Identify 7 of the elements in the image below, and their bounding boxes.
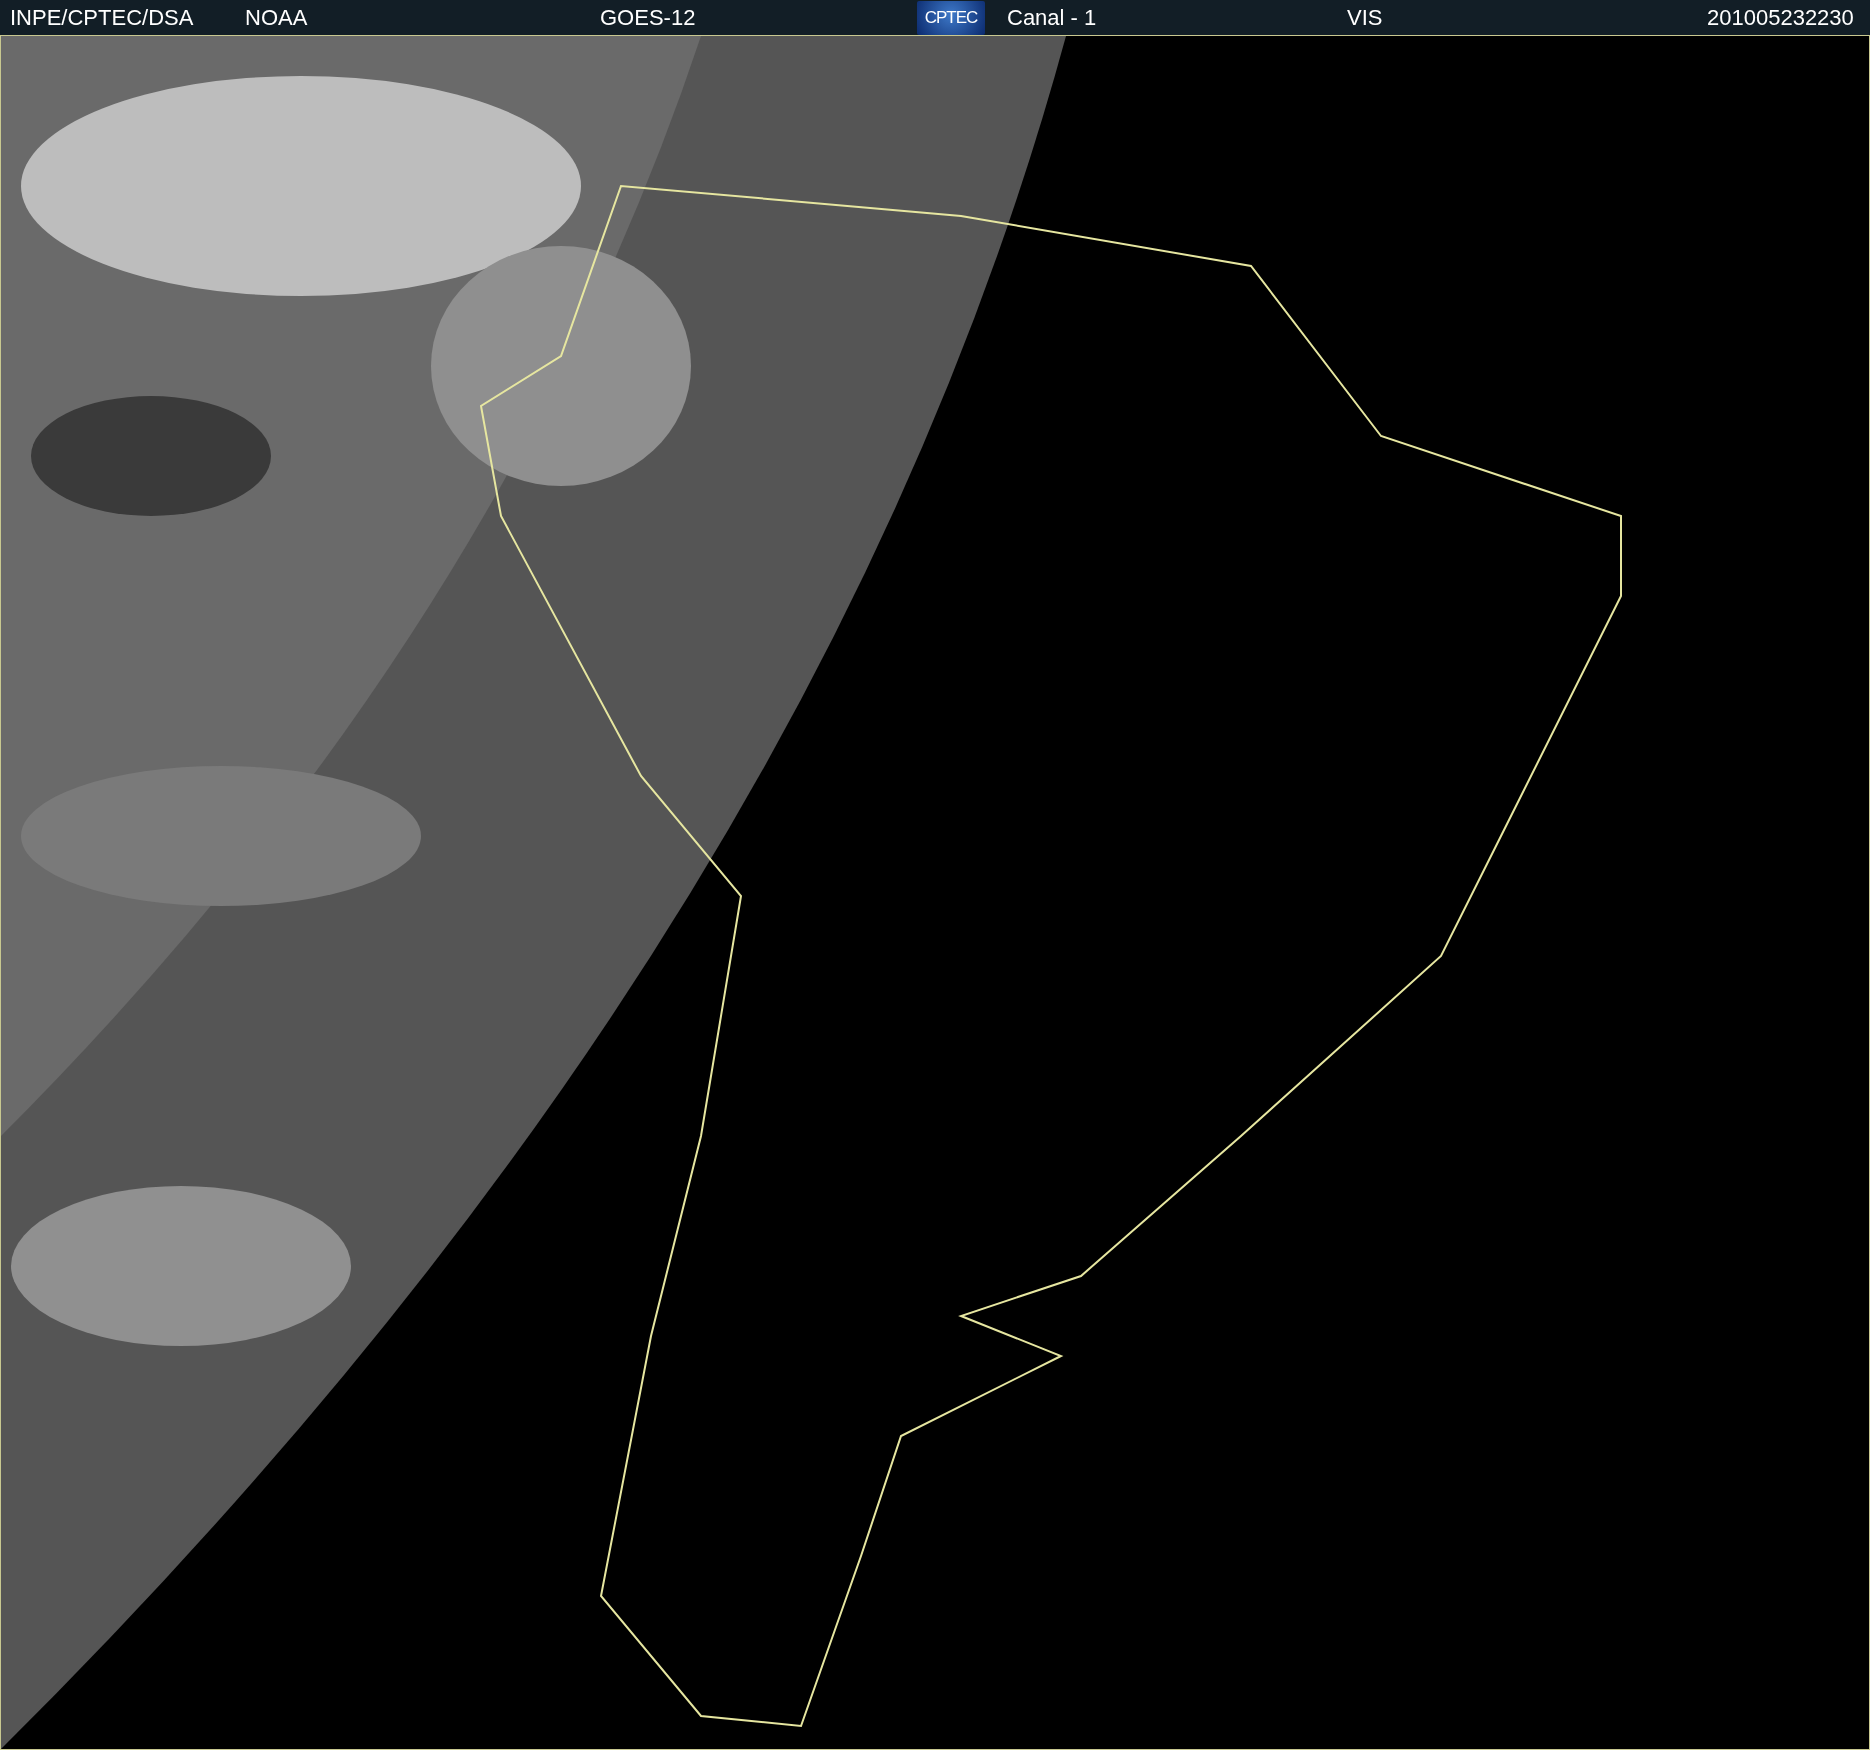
header-label: VIS — [1347, 4, 1384, 31]
header-label: NOAA — [245, 4, 309, 31]
header-label: INPE/CPTEC/DSA — [10, 4, 195, 31]
header-label: 201005232230 — [1707, 4, 1855, 31]
logo: CPTEC — [917, 0, 985, 35]
header-label: GOES-12 — [600, 4, 697, 31]
header-label: Canal - 1 — [1007, 4, 1098, 31]
